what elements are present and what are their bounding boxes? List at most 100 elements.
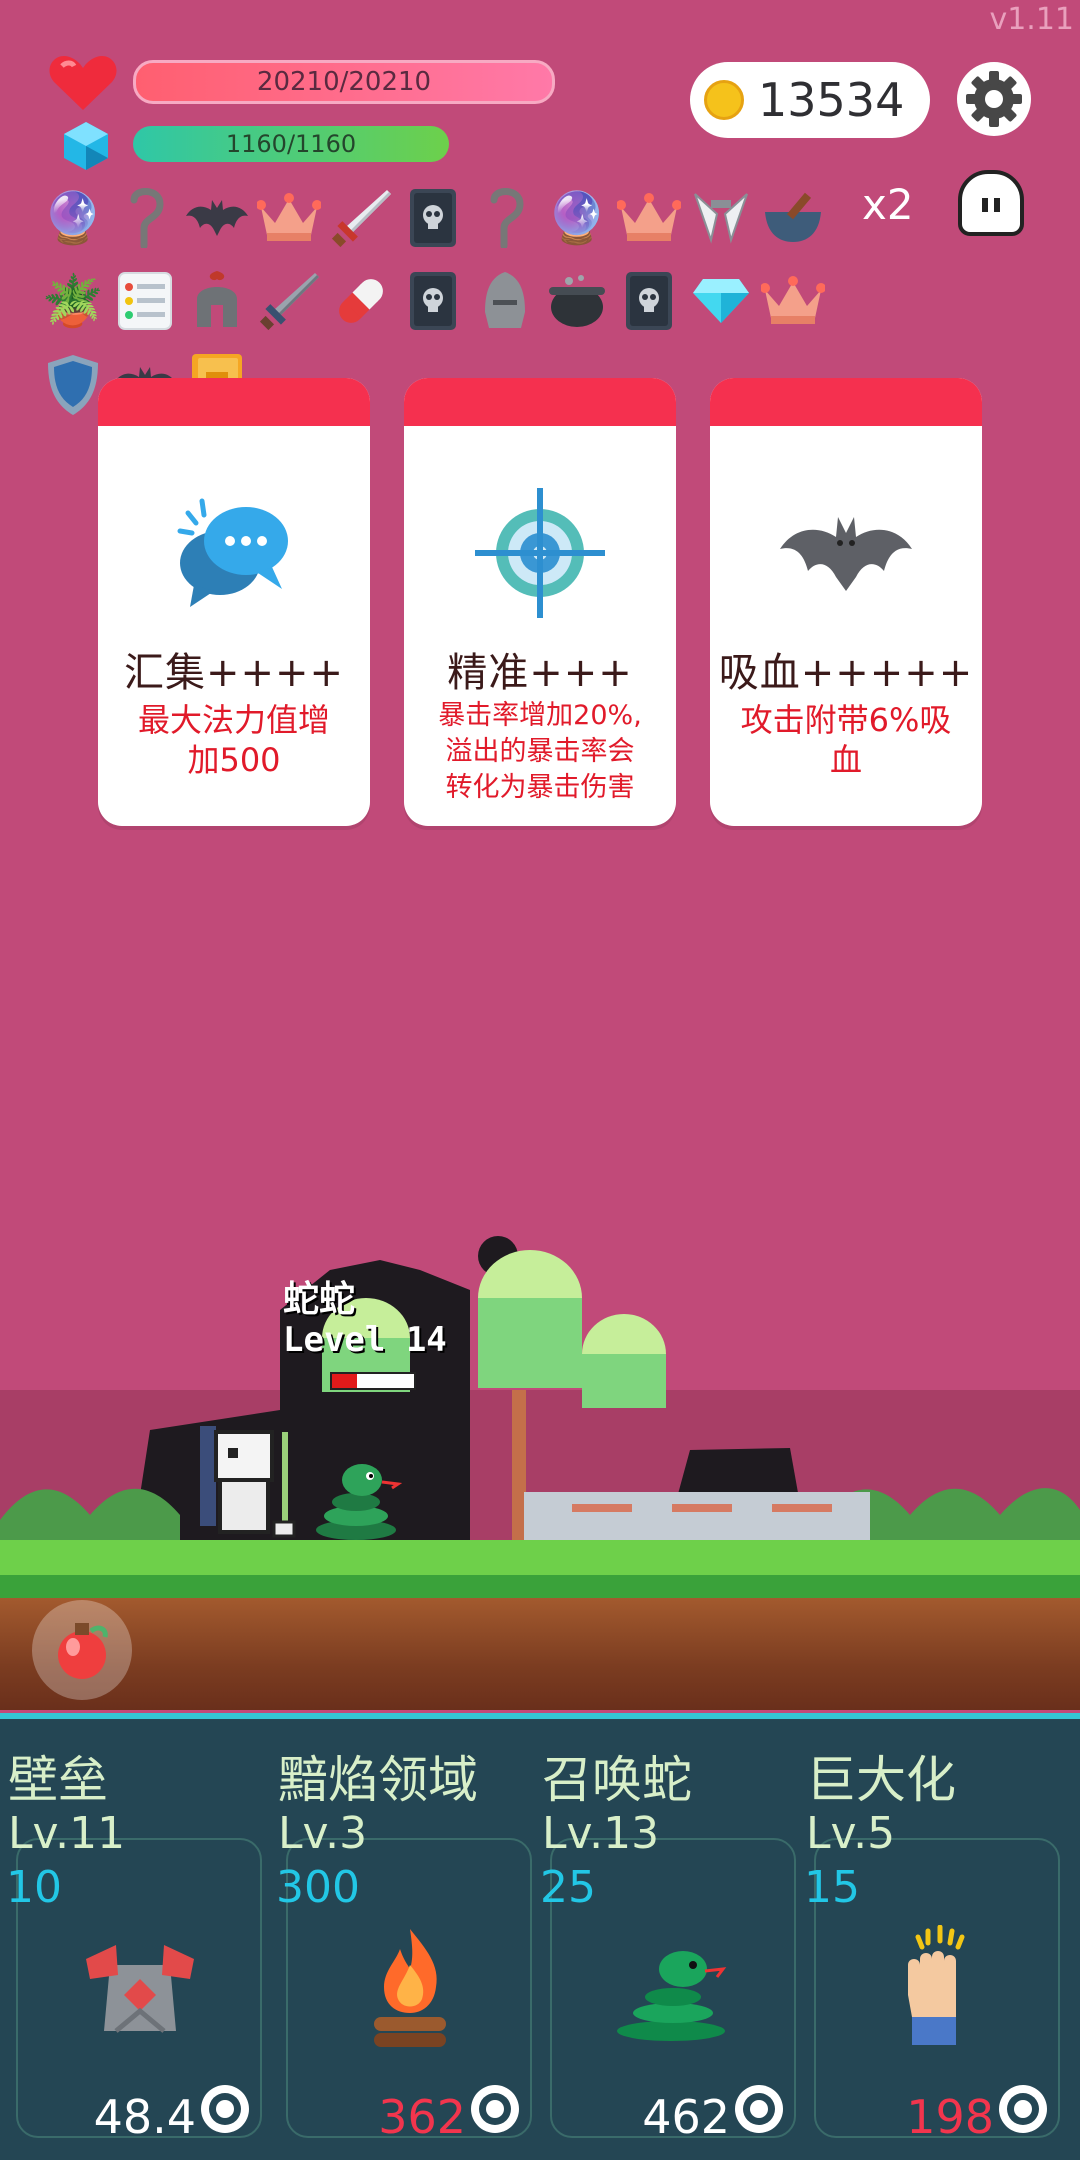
ground-dirt: [0, 1598, 1080, 1710]
potion-icon: [58, 1623, 108, 1679]
skill-name: 黯焰领域: [278, 1751, 478, 1809]
pill-icon[interactable]: [328, 268, 394, 334]
sword-icon[interactable]: [328, 185, 394, 251]
knight-helmet-icon[interactable]: [472, 268, 538, 334]
skull-book-icon[interactable]: [616, 268, 682, 334]
card-title: 吸血+++++: [718, 650, 974, 696]
chat-bubbles-icon: [98, 478, 370, 628]
gear-icon: [966, 71, 1022, 127]
upgrade-gear-icon[interactable]: [992, 2078, 1054, 2140]
card-header: [98, 378, 370, 426]
upgrade-card-2[interactable]: 精准+++ 暴击率增加20%, 溢出的暴击率会 转化为暴击伤害: [404, 378, 676, 826]
enemy-hp-fill: [332, 1374, 357, 1388]
crystal-ball-icon[interactable]: 🔮: [40, 185, 106, 251]
campfire-icon: [340, 1920, 480, 2060]
card-header: [404, 378, 676, 426]
crown-icon[interactable]: [760, 268, 826, 334]
skill-cost: 25: [540, 1862, 596, 1913]
upgrade-gear-icon[interactable]: [464, 2078, 526, 2140]
mp-bar: 1160/1160: [133, 126, 449, 162]
skill-value: 198: [906, 2090, 994, 2144]
card-desc-line: 最大法力值增: [137, 701, 330, 739]
hand-icon: [868, 1920, 1008, 2060]
skill-cost: 15: [804, 1862, 860, 1913]
card-description: 暴击率增加20%, 溢出的暴击率会 转化为暴击伤害: [424, 698, 656, 806]
mp-text: 1160/1160: [225, 130, 357, 158]
skill-name: 召唤蛇: [542, 1751, 692, 1809]
item-multiplier: x2: [862, 180, 914, 229]
skill-card-bulwark[interactable]: 壁垒 Lv.11 10 48.4: [0, 1740, 262, 2144]
skull-book-icon[interactable]: [400, 268, 466, 334]
bat-icon: [710, 478, 982, 628]
upgrade-gear-icon[interactable]: [194, 2078, 256, 2140]
enemy-name: 蛇蛇: [283, 1279, 356, 1320]
ground-grass-dark: [0, 1575, 1080, 1600]
card-desc-line: 转化为暴击伤害: [445, 772, 635, 803]
skill-cost: 10: [6, 1862, 62, 1913]
skill-cost: 300: [276, 1862, 360, 1913]
card-description: 攻击附带6%吸 血: [730, 700, 962, 780]
card-title: 精准+++: [447, 650, 633, 696]
hp-text: 20210/20210: [256, 67, 432, 97]
card-desc-line: 攻击附带6%吸: [740, 701, 952, 739]
fence-rail: [772, 1504, 832, 1512]
skill-value: 462: [642, 2090, 730, 2144]
card-desc-line: 加500: [187, 741, 281, 779]
hp-bar: 20210/20210: [133, 60, 555, 104]
diamond-icon[interactable]: [688, 268, 754, 334]
ghost-icon[interactable]: [958, 170, 1024, 236]
light-tree-canopy: [478, 1298, 582, 1388]
heart-icon: [48, 52, 118, 114]
tree-trunk: [512, 1390, 526, 1540]
skill-level: Lv.13: [542, 1808, 660, 1859]
crown-icon[interactable]: [256, 185, 322, 251]
skill-name: 巨大化: [806, 1751, 956, 1809]
coin-icon: [704, 80, 744, 120]
upgrade-gear-icon[interactable]: [728, 2078, 790, 2140]
crosshair-target-icon: [404, 478, 676, 628]
upgrade-card-3[interactable]: 吸血+++++ 攻击附带6%吸 血: [710, 378, 982, 826]
potted-plant-icon[interactable]: 🪴: [40, 268, 106, 334]
sword-icon[interactable]: [256, 268, 322, 334]
armor-icon: [70, 1920, 210, 2060]
notepad-icon[interactable]: [112, 268, 178, 334]
crystal-ball-icon[interactable]: 🔮: [544, 185, 610, 251]
fence-rail: [572, 1504, 632, 1512]
shield-icon[interactable]: [40, 352, 106, 418]
mana-gem-icon: [62, 120, 110, 172]
card-desc-line: 暴击率增加20%,: [438, 700, 642, 731]
spartan-helmet-icon[interactable]: [184, 268, 250, 334]
enemy-snake: [316, 1464, 403, 1540]
player-character: [200, 1426, 296, 1538]
card-header: [710, 378, 982, 426]
skill-card-summon-snake[interactable]: 召唤蛇 Lv.13 25 462: [534, 1740, 796, 2144]
enemy-level: Level 14: [283, 1320, 447, 1360]
card-title: 汇集++++: [123, 650, 345, 696]
fangs-icon[interactable]: [688, 185, 754, 251]
skill-level: Lv.11: [8, 1808, 126, 1859]
skill-card-dark-flame[interactable]: 黯焰领域 Lv.3 300 362: [270, 1740, 532, 2144]
skill-name: 壁垒: [8, 1751, 108, 1809]
potion-button[interactable]: [32, 1600, 132, 1700]
skull-book-icon[interactable]: [400, 185, 466, 251]
card-desc-line: 溢出的暴击率会: [445, 736, 635, 767]
upgrade-card-1[interactable]: 汇集++++ 最大法力值增 加500: [98, 378, 370, 826]
sickle-icon[interactable]: [472, 185, 538, 251]
stone-fence: [524, 1492, 870, 1540]
skill-card-giant[interactable]: 巨大化 Lv.5 15 198: [798, 1740, 1060, 2144]
coin-amount: 13534: [758, 73, 905, 127]
bat-icon[interactable]: [184, 185, 250, 251]
skill-level: Lv.3: [278, 1808, 368, 1859]
card-desc-line: 血: [829, 741, 862, 779]
cauldron-icon[interactable]: [544, 268, 610, 334]
enemy-hp-bar: [330, 1372, 416, 1390]
settings-button[interactable]: [957, 62, 1031, 136]
coin-counter: 13534: [690, 62, 930, 138]
card-description: 最大法力值增 加500: [118, 700, 350, 780]
skill-value: 362: [378, 2090, 466, 2144]
sickle-icon[interactable]: [112, 185, 178, 251]
panel-top-border: [0, 1713, 1080, 1719]
mortar-icon[interactable]: [760, 185, 826, 251]
crown-icon[interactable]: [616, 185, 682, 251]
version-label: v1.11: [989, 2, 1074, 37]
